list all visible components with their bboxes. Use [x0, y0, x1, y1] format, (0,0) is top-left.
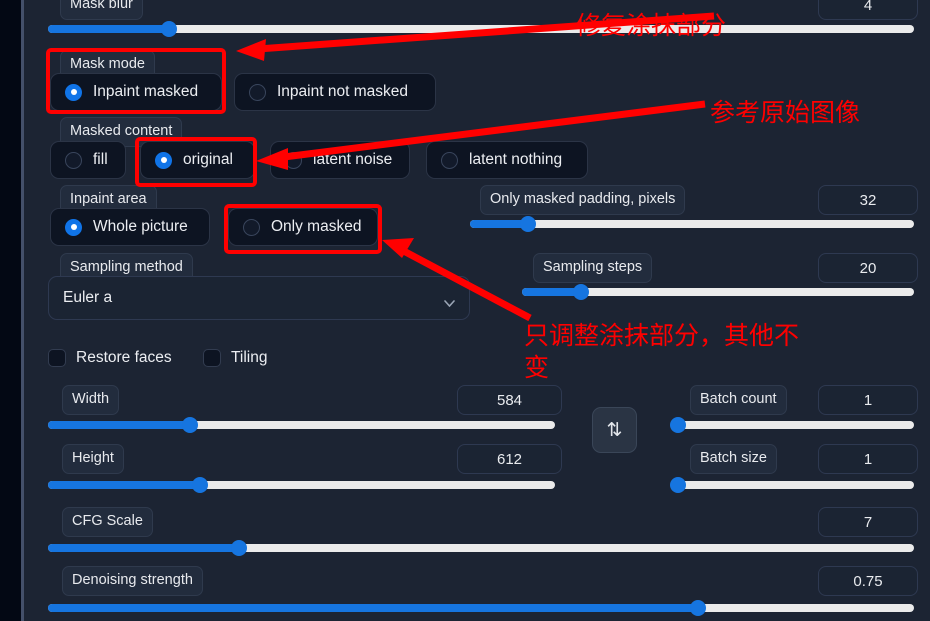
tiling-checkbox[interactable]: Tiling: [203, 349, 267, 367]
checkbox-icon: [203, 349, 221, 367]
radio-label: Whole picture: [93, 218, 188, 235]
height-value[interactable]: 612: [457, 444, 562, 474]
batch-size-label: Batch size: [690, 444, 777, 474]
sampling-steps-label: Sampling steps: [533, 253, 653, 283]
radio-dot-icon: [155, 151, 172, 169]
height-label: Height: [62, 444, 124, 474]
radio-label: Inpaint not masked: [277, 83, 408, 100]
annotation-text-only-masked-changes: 只调整涂抹部分，其他不 变: [524, 321, 800, 382]
radio-dot-icon: [65, 218, 82, 236]
slider-thumb[interactable]: [572, 284, 589, 300]
radio-dot-icon: [249, 83, 266, 101]
slider-thumb[interactable]: [670, 477, 686, 493]
slider-fill: [48, 421, 190, 429]
radio-dot-icon: [441, 151, 458, 169]
width-label: Width: [62, 385, 120, 415]
slider-thumb[interactable]: [230, 540, 247, 556]
height-slider[interactable]: [48, 477, 555, 493]
slider-fill: [48, 604, 698, 612]
sampling-steps-value[interactable]: 20: [818, 253, 918, 283]
slider-thumb[interactable]: [181, 417, 198, 433]
width-value[interactable]: 584: [457, 385, 562, 415]
sampling-method-value: Euler a: [63, 289, 113, 306]
radio-dot-icon: [65, 151, 82, 169]
batch-size-value[interactable]: 1: [818, 444, 918, 474]
chevron-down-icon: [444, 294, 455, 308]
slider-track: [470, 220, 914, 228]
radio-masked-content-fill[interactable]: fill: [50, 141, 126, 179]
radio-inpaint-not-masked[interactable]: Inpaint not masked: [234, 73, 436, 111]
batch-size-slider[interactable]: [670, 477, 914, 493]
denoising-strength-label: Denoising strength: [62, 566, 203, 596]
radio-label: Only masked: [271, 218, 362, 235]
slider-track: [678, 481, 914, 489]
slider-thumb[interactable]: [689, 600, 706, 616]
screenshot-root: Mask blur 4 Mask mode Inpaint masked Inp…: [0, 0, 930, 621]
radio-dot-icon: [65, 83, 82, 101]
only-masked-padding-slider[interactable]: [470, 216, 914, 232]
mask-blur-slider[interactable]: [48, 21, 914, 37]
radio-only-masked[interactable]: Only masked: [228, 208, 378, 246]
mask-blur-value[interactable]: 4: [818, 0, 918, 20]
radio-masked-content-original[interactable]: original: [140, 141, 255, 179]
radio-label: latent noise: [313, 151, 393, 168]
sampling-method-dropdown[interactable]: Euler a: [48, 276, 470, 320]
swap-vertical-icon: ⇅: [606, 419, 623, 441]
slider-track: [678, 421, 914, 429]
restore-faces-checkbox[interactable]: Restore faces: [48, 349, 172, 367]
restore-faces-label: Restore faces: [76, 349, 172, 366]
left-gutter: [0, 0, 21, 621]
slider-fill: [522, 288, 581, 296]
slider-fill: [48, 25, 170, 33]
radio-masked-content-latent-nothing[interactable]: latent nothing: [426, 141, 588, 179]
slider-fill: [48, 481, 201, 489]
annotation-text-reference-original: 参考原始图像: [710, 98, 861, 127]
radio-label: latent nothing: [469, 151, 563, 168]
batch-count-label: Batch count: [690, 385, 787, 415]
radio-label: original: [183, 151, 233, 168]
batch-count-slider[interactable]: [670, 417, 914, 433]
radio-inpaint-masked[interactable]: Inpaint masked: [50, 73, 222, 111]
slider-thumb[interactable]: [670, 417, 686, 433]
cfg-scale-label: CFG Scale: [62, 507, 153, 537]
only-masked-padding-label: Only masked padding, pixels: [480, 185, 686, 215]
annotation-text-repair-masked: 修复涂抹部分: [576, 11, 727, 40]
cfg-scale-value[interactable]: 7: [818, 507, 918, 537]
batch-count-value[interactable]: 1: [818, 385, 918, 415]
denoising-strength-slider[interactable]: [48, 600, 914, 616]
radio-dot-icon: [243, 218, 260, 236]
radio-label: Inpaint masked: [93, 83, 199, 100]
cfg-scale-slider[interactable]: [48, 540, 914, 556]
slider-thumb[interactable]: [519, 216, 536, 232]
slider-track: [48, 25, 914, 33]
only-masked-padding-value[interactable]: 32: [818, 185, 918, 215]
slider-fill: [48, 544, 239, 552]
width-slider[interactable]: [48, 417, 555, 433]
mask-blur-label: Mask blur: [60, 0, 143, 20]
radio-dot-icon: [285, 151, 302, 169]
denoising-strength-value[interactable]: 0.75: [818, 566, 918, 596]
swap-dimensions-button[interactable]: ⇅: [592, 407, 637, 453]
radio-masked-content-latent-noise[interactable]: latent noise: [270, 141, 410, 179]
radio-label: fill: [93, 151, 108, 168]
slider-thumb[interactable]: [192, 477, 209, 493]
checkbox-icon: [48, 349, 66, 367]
tiling-label: Tiling: [231, 349, 268, 366]
radio-whole-picture[interactable]: Whole picture: [50, 208, 210, 246]
sampling-steps-slider[interactable]: [522, 284, 914, 300]
